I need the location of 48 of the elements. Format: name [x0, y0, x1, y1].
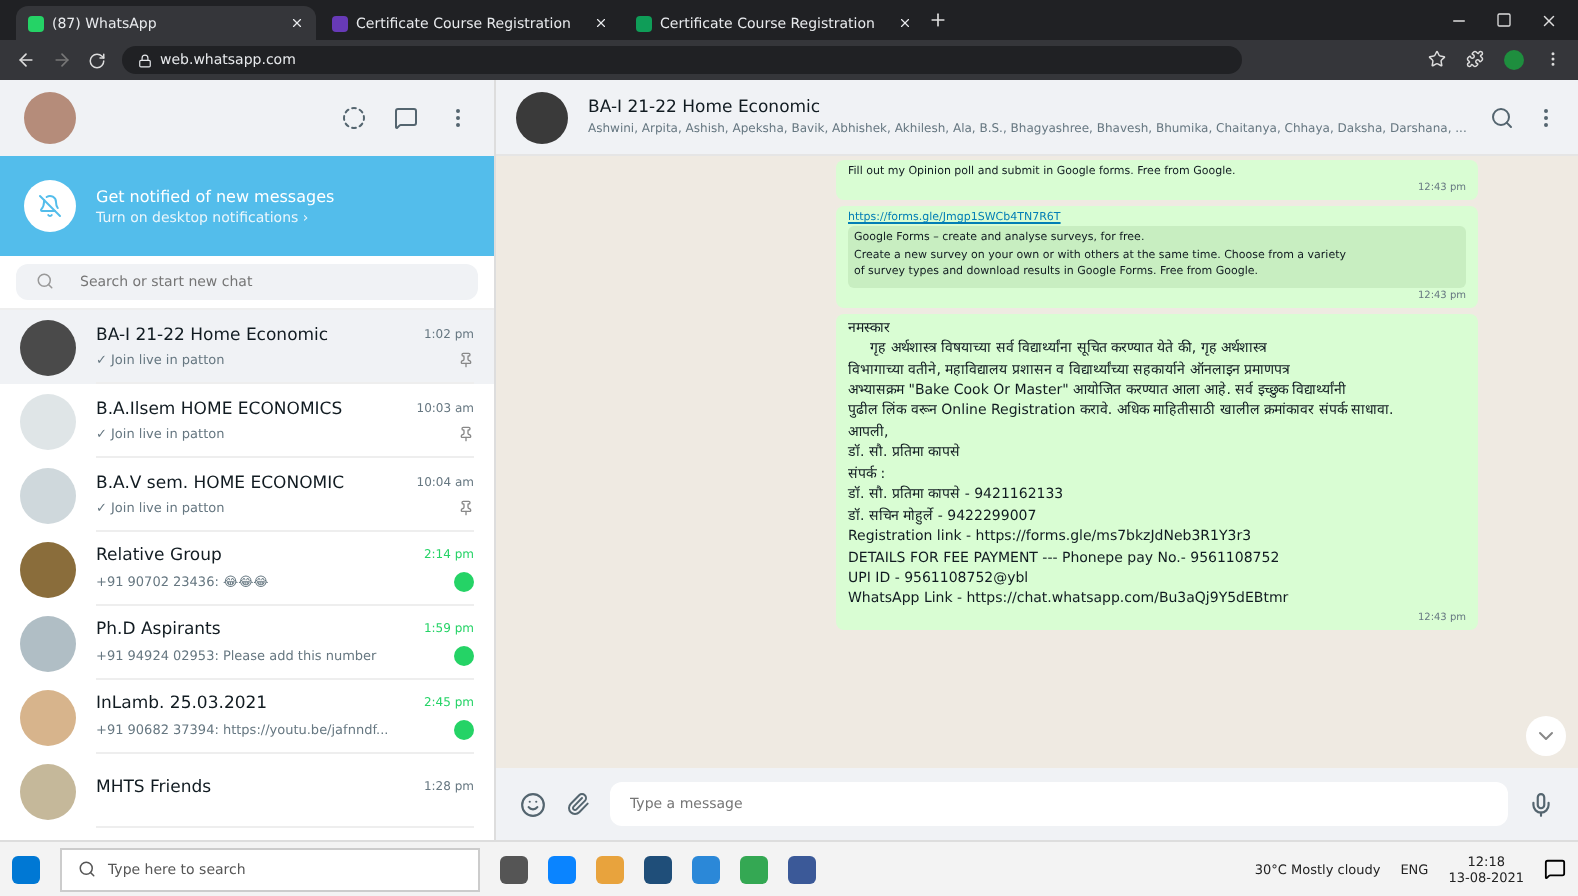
group-avatar — [20, 541, 76, 597]
chat-name: Ph.D Aspirants — [96, 619, 223, 639]
taskbar-app-icon[interactable] — [788, 855, 816, 883]
group-avatar — [20, 467, 76, 523]
search-icon[interactable] — [1490, 105, 1514, 129]
lock-icon — [138, 53, 152, 67]
taskbar-app-icon[interactable] — [644, 855, 672, 883]
group-avatar — [20, 393, 76, 449]
group-avatar — [20, 319, 76, 375]
maximize-icon[interactable] — [1496, 11, 1512, 27]
close-icon[interactable] — [898, 16, 912, 30]
emoji-icon[interactable] — [520, 791, 546, 817]
group-avatar — [20, 615, 76, 671]
start-icon[interactable] — [12, 855, 40, 883]
chat-name: Relative Group — [96, 545, 224, 565]
new-tab-icon[interactable] — [928, 10, 948, 30]
taskbar-app-icon[interactable] — [548, 855, 576, 883]
taskbar-app-icon[interactable] — [692, 855, 720, 883]
chat-name: B.A.V sem. HOME ECONOMIC — [96, 473, 347, 493]
status-icon[interactable] — [342, 106, 366, 130]
group-avatar[interactable] — [516, 91, 568, 143]
microphone-icon[interactable] — [1528, 791, 1554, 817]
banner-title: Get notified of new messages — [96, 187, 335, 205]
group-avatar — [20, 689, 76, 745]
chat-name: BA-I 21-22 Home Economic — [96, 325, 331, 345]
reload-icon[interactable] — [88, 51, 106, 69]
forward-icon[interactable] — [52, 50, 72, 70]
close-icon[interactable] — [290, 16, 304, 30]
notifications-icon[interactable] — [1544, 858, 1566, 880]
profile-avatar[interactable] — [1504, 50, 1524, 70]
close-icon[interactable] — [1540, 11, 1558, 29]
attach-icon[interactable] — [566, 792, 590, 816]
back-icon[interactable] — [16, 50, 36, 70]
chat-name: MHTS Friends — [96, 777, 214, 797]
search-icon — [78, 860, 96, 878]
extensions-icon[interactable] — [1466, 50, 1484, 68]
bell-off-icon — [24, 180, 76, 232]
scroll-down-button[interactable] — [1526, 716, 1566, 756]
chat-name: B.A.Ilsem HOME ECONOMICS — [96, 399, 345, 419]
taskbar-app-icon[interactable] — [500, 855, 528, 883]
bookmark-icon[interactable] — [1428, 50, 1446, 68]
new-chat-icon[interactable] — [394, 106, 418, 130]
profile-avatar[interactable] — [24, 92, 76, 144]
group-avatar — [20, 763, 76, 819]
chat-title: BA-I 21-22 Home Economic — [588, 98, 823, 118]
close-icon[interactable] — [594, 16, 608, 30]
search-icon — [36, 272, 54, 290]
chat-name: InLamb. 25.03.2021 — [96, 693, 270, 713]
